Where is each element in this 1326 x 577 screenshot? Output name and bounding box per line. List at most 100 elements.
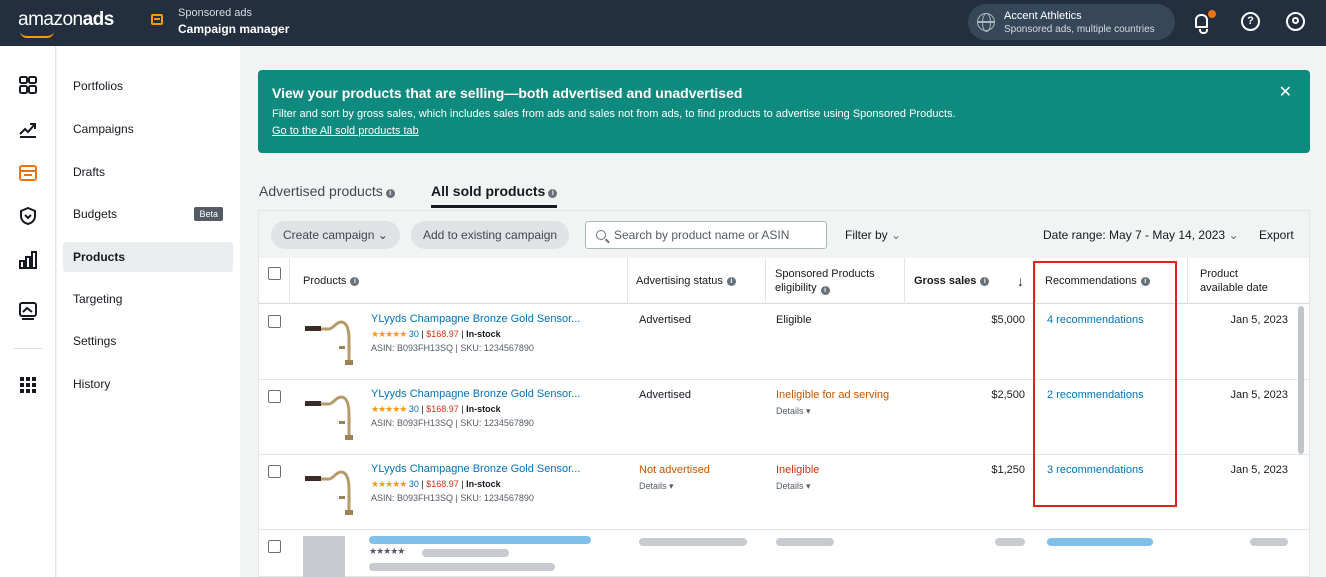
product-name-link[interactable]: YLyyds Champagne Bronze Gold Sensor... [371, 388, 580, 400]
info-icon[interactable]: i [385, 189, 395, 198]
sidebar-nav: Portfolios Campaigns Drafts Budgets Beta… [57, 46, 240, 577]
stock-status: In-stock [466, 329, 501, 339]
sort-descending-icon[interactable]: ↓ [1017, 258, 1024, 304]
trend-icon[interactable] [19, 120, 37, 138]
available-date: Jan 5, 2023 [1230, 464, 1289, 476]
nav-item-campaigns[interactable]: Campaigns [63, 114, 233, 144]
text-placeholder [776, 538, 834, 546]
date-range-dropdown[interactable]: Date range: May 7 - May 14, 2023 ⌄ [1043, 228, 1239, 242]
column-header-products[interactable]: Products i [303, 258, 360, 304]
gross-sales-value: $2,500 [991, 389, 1025, 401]
row-checkbox[interactable] [268, 465, 281, 478]
product-name-link[interactable]: YLyyds Champagne Bronze Gold Sensor... [371, 313, 580, 325]
info-icon[interactable]: i [980, 276, 990, 286]
export-button[interactable]: Export [1259, 228, 1294, 242]
account-name: Accent Athletics [1004, 10, 1082, 22]
user-account-icon[interactable] [1286, 12, 1305, 31]
chevron-down-icon: ⌄ [377, 228, 388, 242]
column-header-sp-eligibility[interactable]: Sponsored Products eligibility i [775, 258, 875, 304]
banner-link[interactable]: Go to the All sold products tab [272, 125, 419, 137]
info-icon[interactable]: i [350, 276, 360, 286]
tab-advertised-products[interactable]: Advertised products i [259, 183, 395, 199]
apps-grid-icon[interactable] [19, 376, 37, 394]
column-divider [904, 258, 905, 304]
button-label: Create campaign [283, 228, 375, 242]
eligibility-details-toggle[interactable]: Details ▾ [776, 481, 811, 492]
product-price: $168.97 [426, 479, 459, 489]
tab-label: Advertised products [259, 183, 383, 199]
tab-all-sold-products[interactable]: All sold products i [431, 183, 558, 199]
help-icon[interactable]: ? [1241, 12, 1260, 31]
nav-item-settings[interactable]: Settings [63, 326, 233, 356]
notification-badge [1208, 10, 1216, 18]
table-header: Products i Advertising status i Sponsored … [259, 258, 1309, 304]
notifications-bell-icon[interactable] [1195, 14, 1208, 34]
info-icon[interactable]: i [548, 189, 558, 198]
row-checkbox[interactable] [268, 315, 281, 328]
recommendations-link[interactable]: 2 recommendations [1047, 389, 1144, 401]
media-icon[interactable] [19, 302, 37, 320]
header-label: Advertising status [636, 275, 723, 287]
row-checkbox[interactable] [268, 390, 281, 403]
product-thumbnail [305, 395, 353, 440]
select-all-checkbox[interactable] [268, 267, 281, 280]
eligibility-details-toggle[interactable]: Details ▾ [776, 406, 811, 417]
dashboard-icon[interactable] [19, 76, 37, 94]
filter-by-dropdown[interactable]: Filter by ⌄ [845, 228, 901, 242]
nav-item-budgets[interactable]: Budgets Beta [63, 199, 233, 229]
review-count[interactable]: 30 [409, 329, 419, 339]
nav-item-label: Budgets [73, 207, 118, 221]
campaign-manager-icon[interactable] [19, 164, 37, 182]
text-placeholder [369, 536, 591, 544]
review-count[interactable]: 30 [409, 479, 419, 489]
account-switcher[interactable]: Accent Athletics Sponsored ads, multiple… [968, 4, 1175, 40]
review-count[interactable]: 30 [409, 404, 419, 414]
header-label: available date [1200, 282, 1268, 294]
recommendations-link[interactable]: 4 recommendations [1047, 314, 1144, 326]
search-input[interactable]: Search by product name or ASIN [585, 221, 827, 249]
globe-icon [977, 13, 995, 32]
nav-item-products[interactable]: Products [63, 242, 233, 272]
nav-item-portfolios[interactable]: Portfolios [63, 71, 233, 101]
column-divider [627, 258, 628, 304]
row-checkbox[interactable] [268, 540, 281, 553]
gross-sales-value: $1,250 [991, 464, 1025, 476]
product-thumbnail [305, 320, 353, 365]
advertising-status: Not advertised [639, 464, 710, 476]
column-divider [765, 258, 766, 304]
tab-label: All sold products [431, 183, 546, 199]
status-details-toggle[interactable]: Details ▾ [639, 481, 674, 492]
shield-icon[interactable] [19, 207, 37, 225]
info-icon[interactable]: i [1140, 276, 1150, 286]
create-campaign-button[interactable]: Create campaign ⌄ [271, 221, 400, 249]
add-to-existing-campaign-button[interactable]: Add to existing campaign [411, 221, 570, 249]
amazon-ads-logo[interactable]: amazonads [18, 9, 114, 31]
rail-divider [14, 348, 42, 349]
text-placeholder [1047, 538, 1153, 546]
column-header-advertising-status[interactable]: Advertising status i [636, 258, 736, 304]
table-row[interactable]: YLyyds Champagne Bronze Gold Sensor... ★… [259, 455, 1309, 530]
column-header-product-available-date[interactable]: Product available date [1200, 258, 1268, 304]
product-name[interactable]: Campaign manager [178, 22, 289, 36]
product-name-link[interactable]: YLyyds Champagne Bronze Gold Sensor... [371, 463, 580, 475]
logo-smile-icon [20, 31, 54, 38]
info-icon[interactable]: i [820, 286, 830, 295]
icon-rail [0, 46, 56, 577]
available-date: Jan 5, 2023 [1230, 389, 1289, 401]
header-label: Product [1200, 268, 1238, 280]
date-range-label: Date range: May 7 - May 14, 2023 [1043, 228, 1226, 242]
nav-item-targeting[interactable]: Targeting [63, 284, 233, 314]
column-divider [1035, 258, 1036, 304]
column-header-gross-sales[interactable]: Gross sales i [914, 258, 990, 304]
table-scrollbar[interactable] [1298, 306, 1304, 454]
header-label: Gross sales [914, 275, 977, 287]
column-header-recommendations[interactable]: Recommendations i [1045, 258, 1150, 304]
close-icon[interactable]: ✕ [1279, 82, 1292, 102]
recommendations-link[interactable]: 3 recommendations [1047, 464, 1144, 476]
nav-item-history[interactable]: History [63, 369, 233, 399]
table-row[interactable]: YLyyds Champagne Bronze Gold Sensor... ★… [259, 305, 1309, 380]
nav-item-drafts[interactable]: Drafts [63, 157, 233, 187]
info-icon[interactable]: i [726, 276, 736, 286]
table-row[interactable]: YLyyds Champagne Bronze Gold Sensor... ★… [259, 380, 1309, 455]
bar-chart-icon[interactable] [19, 251, 37, 269]
